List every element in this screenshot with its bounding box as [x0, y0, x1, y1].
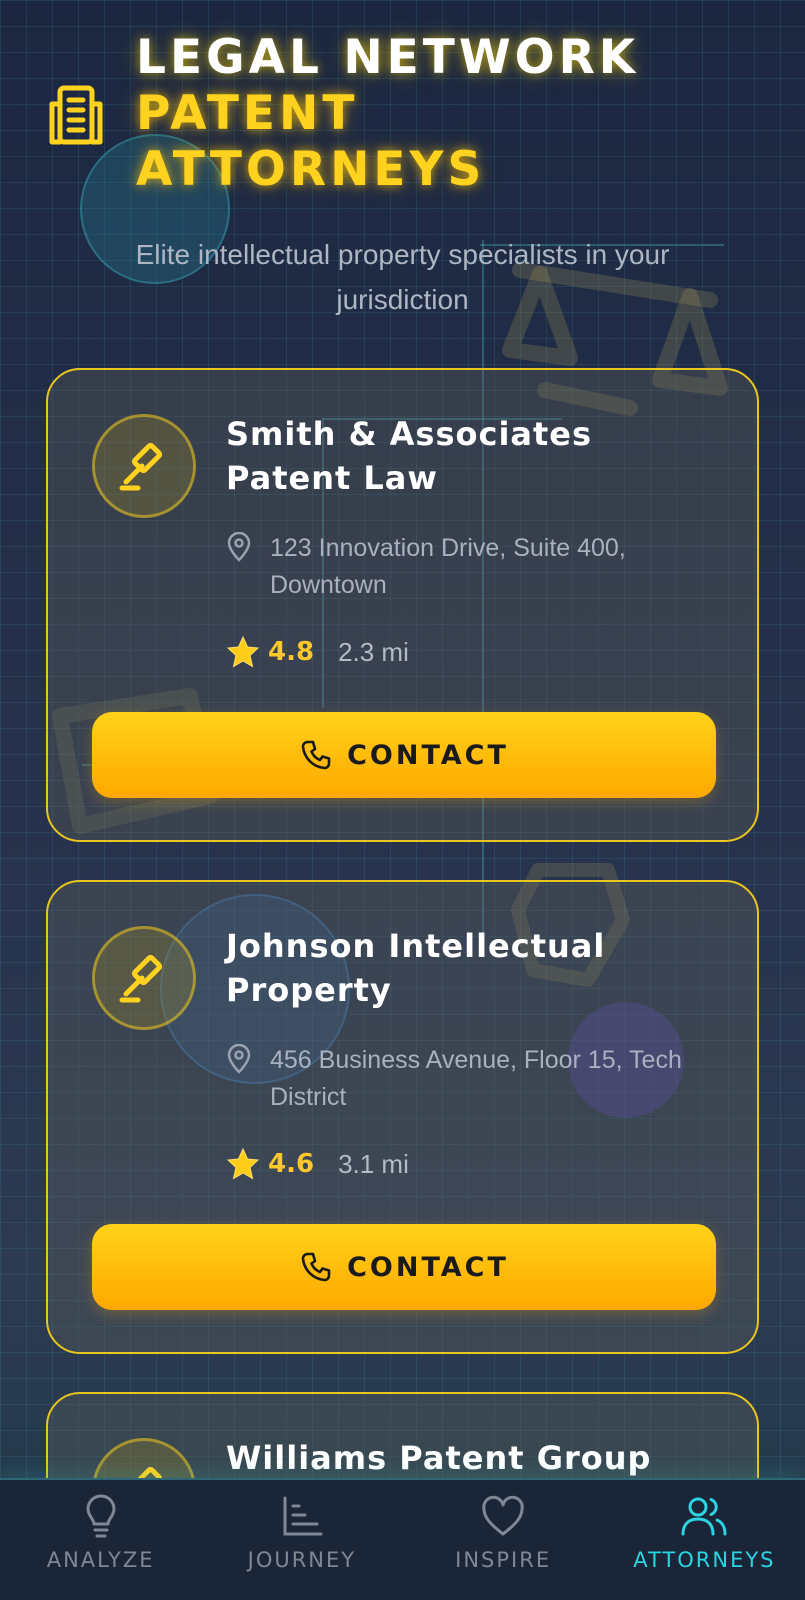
attorney-card: Smith & Associates Patent Law 123 Innova… — [46, 368, 759, 842]
map-pin-icon — [227, 1044, 251, 1074]
page-title: LEGAL NETWORK PATENT ATTORNEYS — [136, 30, 639, 198]
gavel-icon — [92, 414, 196, 518]
map-pin-icon — [227, 532, 251, 562]
nav-item-journey[interactable]: JOURNEY — [201, 1480, 402, 1600]
contact-label: CONTACT — [347, 739, 509, 771]
chart-icon — [283, 1496, 323, 1536]
attorney-name: Williams Patent Group — [226, 1439, 652, 1477]
nav-label: ANALYZE — [46, 1548, 155, 1572]
nav-label: ATTORNEYS — [633, 1548, 776, 1572]
phone-icon — [301, 740, 331, 770]
attorney-meta: 4.8 2.3 mi — [226, 632, 409, 672]
contact-button[interactable]: CONTACT — [92, 1224, 716, 1310]
title-line-1: LEGAL NETWORK — [136, 30, 640, 85]
title-line-2: PATENT — [136, 86, 359, 141]
attorney-card: Johnson Intellectual Property 456 Busine… — [46, 880, 759, 1354]
distance-value: 2.3 mi — [338, 636, 409, 667]
distance-value: 3.1 mi — [338, 1148, 409, 1179]
contact-button[interactable]: CONTACT — [92, 712, 716, 798]
contact-label: CONTACT — [347, 1251, 509, 1283]
attorney-address: 123 Innovation Drive, Suite 400, Downtow… — [226, 530, 706, 604]
phone-icon — [301, 1252, 331, 1282]
nav-item-inspire[interactable]: INSPIRE — [403, 1480, 604, 1600]
building-icon — [49, 85, 103, 145]
nav-item-analyze[interactable]: ANALYZE — [0, 1480, 201, 1600]
gavel-icon — [92, 926, 196, 1030]
page-header: LEGAL NETWORK PATENT ATTORNEYS — [44, 30, 764, 200]
attorney-name: Smith & Associates Patent Law — [226, 415, 593, 497]
bottom-nav: ANALYZE JOURNEY INSPIRE ATTORNEYS — [0, 1478, 805, 1600]
heart-icon — [482, 1495, 524, 1536]
lightbulb-icon — [86, 1494, 116, 1538]
attorney-address: 456 Business Avenue, Floor 15, Tech Dist… — [226, 1042, 706, 1116]
attorney-meta: 4.6 3.1 mi — [226, 1144, 409, 1184]
nav-item-attorneys[interactable]: ATTORNEYS — [604, 1480, 805, 1600]
nav-label: JOURNEY — [247, 1548, 357, 1572]
rating-value: 4.8 — [268, 637, 315, 667]
attorney-name: Johnson Intellectual Property — [226, 927, 606, 1009]
nav-label: INSPIRE — [455, 1548, 552, 1572]
users-icon — [681, 1497, 727, 1536]
title-line-3: ATTORNEYS — [136, 142, 486, 197]
address-text: 456 Business Avenue, Floor 15, Tech Dist… — [270, 1046, 682, 1111]
star-icon — [226, 1147, 260, 1180]
address-text: 123 Innovation Drive, Suite 400, Downtow… — [270, 534, 626, 599]
rating-value: 4.6 — [268, 1149, 315, 1179]
star-icon — [226, 635, 260, 668]
page-subtitle: Elite intellectual property specialists … — [135, 239, 670, 315]
